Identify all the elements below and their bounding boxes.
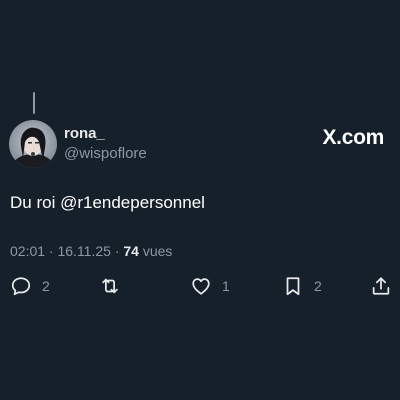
- share-button[interactable]: [370, 274, 392, 298]
- reply-count: 2: [42, 278, 50, 294]
- post-meta: 02:01 · 16.11.25 · 74 vues: [10, 242, 172, 260]
- views-label: vues: [138, 243, 173, 259]
- action-bar: 2 1 2: [0, 274, 400, 298]
- thread-connector-line: [33, 92, 35, 114]
- like-count: 1: [222, 278, 230, 294]
- avatar[interactable]: [9, 120, 57, 168]
- bookmark-icon: [286, 277, 300, 296]
- brand-logo: X.com: [322, 126, 384, 149]
- like-button[interactable]: 1: [190, 274, 230, 298]
- retweet-button[interactable]: [99, 274, 121, 298]
- reply-icon: [11, 277, 31, 296]
- display-name[interactable]: rona_: [64, 124, 147, 144]
- share-icon: [372, 277, 390, 295]
- bookmark-count: 2: [314, 278, 322, 294]
- bookmark-button[interactable]: 2: [282, 274, 322, 298]
- views-count: 74: [123, 243, 139, 259]
- reply-button[interactable]: 2: [10, 274, 50, 298]
- timestamp[interactable]: 02:01 · 16.11.25 ·: [10, 243, 123, 259]
- user-handle[interactable]: @wispoflore: [64, 144, 147, 164]
- post-text: Du roi @r1endepersonnel: [10, 193, 205, 212]
- post-card: rona_ @wispoflore X.com Du roi @r1endepe…: [0, 0, 400, 400]
- author-info: rona_ @wispoflore: [64, 124, 147, 164]
- like-icon: [192, 278, 210, 295]
- retweet-icon: [102, 278, 118, 294]
- avatar-image: [9, 120, 57, 168]
